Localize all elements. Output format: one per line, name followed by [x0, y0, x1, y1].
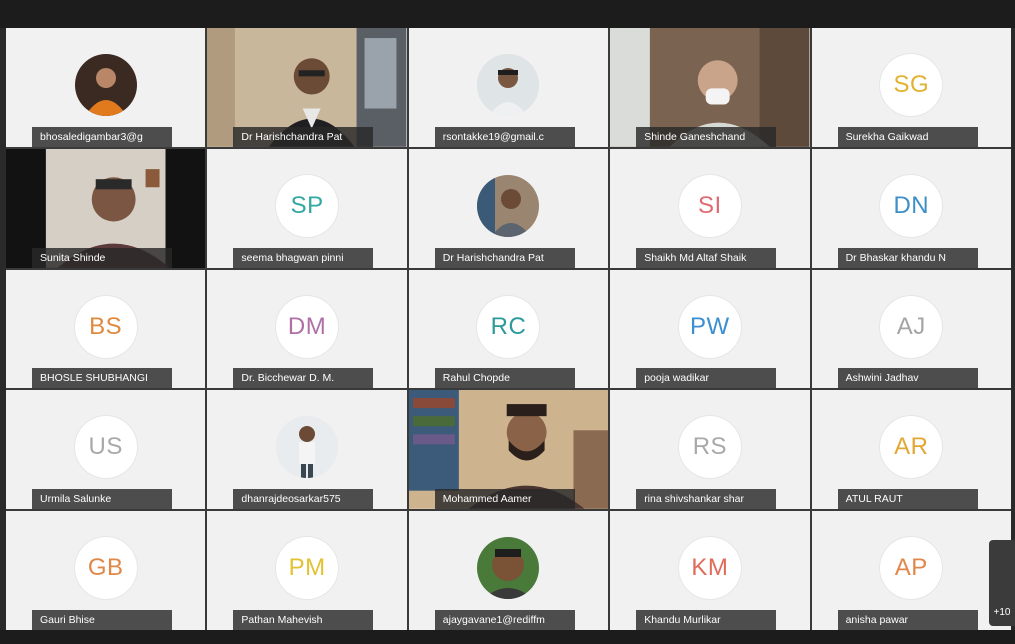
more-participants-button[interactable]: +10 [989, 540, 1015, 626]
participant-name: Pathan Mahevish [233, 610, 374, 630]
participant-name: Surekha Gaikwad [837, 126, 978, 147]
participant-tile[interactable]: GB Gauri Bhise [6, 511, 206, 630]
participant-tile[interactable]: SP seema bhagwan pinni [207, 148, 407, 268]
participant-tile[interactable]: bhosaledigambar3@g [6, 28, 206, 147]
avatar [477, 174, 540, 237]
avatar: US [74, 416, 137, 479]
participant-tile[interactable]: PM Pathan Mahevish [207, 511, 407, 630]
participant-name: Khandu Murlikar [636, 610, 777, 630]
participant-tile[interactable]: Dr Harishchandra Pat [207, 28, 407, 147]
participant-name: seema bhagwan pinni [233, 247, 374, 268]
participant-tile[interactable]: RS rina shivshankar shar [610, 390, 810, 510]
participant-name: Gauri Bhise [32, 610, 172, 630]
participant-tile[interactable]: AR ATUL RAUT [811, 390, 1011, 510]
participant-name: pooja wadikar [636, 368, 777, 389]
avatar: PW [678, 295, 741, 358]
participant-name: BHOSLE SHUBHANGI [32, 368, 172, 389]
participant-gallery: bhosaledigambar3@g Dr Harishchandra Pat [6, 28, 1011, 630]
participant-name: ATUL RAUT [837, 489, 978, 510]
participant-name: Urmila Salunke [32, 489, 172, 510]
participant-tile[interactable]: rsontakke19@gmail.c [408, 28, 609, 147]
avatar [477, 54, 540, 117]
avatar: AJ [880, 295, 943, 358]
participant-name: Dr. Bicchewar D. M. [233, 368, 374, 389]
participant-name: bhosaledigambar3@g [32, 126, 172, 147]
participant-name: anisha pawar [837, 610, 978, 630]
avatar [477, 537, 540, 600]
participant-name: Shaikh Md Altaf Shaik [636, 247, 777, 268]
participant-tile[interactable]: AJ Ashwini Jadhav [811, 269, 1011, 389]
participant-tile[interactable]: DN Dr Bhaskar khandu N [811, 148, 1011, 268]
participant-name: ajaygavane1@rediffm [434, 610, 575, 630]
avatar: RS [678, 416, 741, 479]
avatar: SI [678, 174, 741, 237]
participant-name: dhanrajdeosarkar575 [233, 489, 374, 510]
avatar [276, 416, 339, 479]
participant-name: Ashwini Jadhav [837, 368, 978, 389]
avatar: AP [880, 537, 943, 600]
participant-name: Dr Harishchandra Pat [434, 247, 575, 268]
participant-tile[interactable]: Dr Harishchandra Pat [408, 148, 609, 268]
participant-tile[interactable]: Shinde Ganeshchand [610, 28, 810, 147]
avatar: RC [477, 295, 540, 358]
participant-tile[interactable]: SI Shaikh Md Altaf Shaik [610, 148, 810, 268]
participant-tile[interactable]: PW pooja wadikar [610, 269, 810, 389]
avatar: SG [880, 54, 943, 117]
participant-name: Dr Harishchandra Pat [233, 126, 374, 147]
participant-name: Dr Bhaskar khandu N [837, 247, 978, 268]
bottom-bar [0, 630, 1015, 644]
avatar: KM [678, 537, 741, 600]
top-bar [0, 0, 1015, 28]
participant-tile[interactable]: US Urmila Salunke [6, 390, 206, 510]
avatar: SP [276, 174, 339, 237]
participant-tile[interactable]: BS BHOSLE SHUBHANGI [6, 269, 206, 389]
participant-tile[interactable]: Sunita Shinde [6, 148, 206, 268]
avatar: DN [880, 174, 943, 237]
participant-tile[interactable]: RC Rahul Chopde [408, 269, 609, 389]
participant-tile[interactable]: KM Khandu Murlikar [610, 511, 810, 630]
participant-name: Rahul Chopde [434, 368, 575, 389]
avatar [74, 54, 137, 117]
participant-tile[interactable]: dhanrajdeosarkar575 [207, 390, 407, 510]
participant-name: Shinde Ganeshchand [636, 126, 777, 147]
participant-name: rsontakke19@gmail.c [434, 126, 575, 147]
participant-tile[interactable]: DM Dr. Bicchewar D. M. [207, 269, 407, 389]
avatar: DM [276, 295, 339, 358]
avatar: GB [74, 537, 137, 600]
participant-tile[interactable]: AP anisha pawar [811, 511, 1011, 630]
participant-tile[interactable]: Mohammed Aamer [408, 390, 609, 510]
participant-name: Mohammed Aamer [434, 489, 575, 510]
avatar: PM [276, 537, 339, 600]
participant-name: Sunita Shinde [32, 247, 172, 268]
participant-name: rina shivshankar shar [636, 489, 777, 510]
avatar: BS [74, 295, 137, 358]
avatar: AR [880, 416, 943, 479]
participant-tile[interactable]: SG Surekha Gaikwad [811, 28, 1011, 147]
participant-tile[interactable]: ajaygavane1@rediffm [408, 511, 609, 630]
